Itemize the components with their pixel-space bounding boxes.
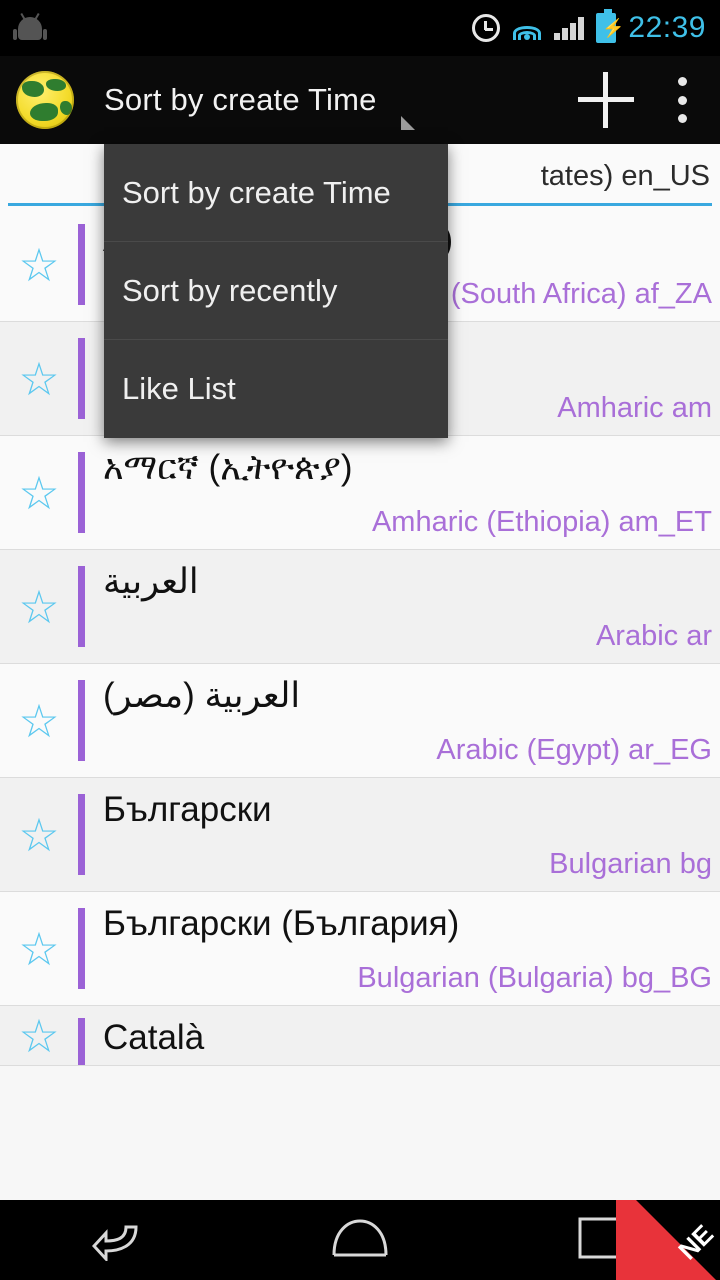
row-accent-bar <box>78 908 85 989</box>
table-row[interactable]: ☆ العربية Arabic ar <box>0 550 720 664</box>
favorite-star-button[interactable]: ☆ <box>0 1006 78 1065</box>
table-row[interactable]: ☆ አማርኛ (ኢትዮጵያ) Amharic (Ethiopia) am_ET <box>0 436 720 550</box>
home-button[interactable] <box>300 1200 420 1280</box>
menu-item-sort-recently[interactable]: Sort by recently <box>104 242 448 340</box>
row-native-name: العربية (مصر) <box>103 676 301 715</box>
cell-signal-icon <box>554 16 585 40</box>
row-text: Català <box>85 1006 720 1065</box>
row-english-name: Bulgarian bg <box>549 848 712 880</box>
menu-item-sort-create-time[interactable]: Sort by create Time <box>104 144 448 242</box>
row-english-name: Amharic am <box>557 392 712 424</box>
home-icon <box>330 1217 390 1264</box>
battery-charging-icon: ⚡ <box>596 9 625 43</box>
sort-dropdown-menu[interactable]: Sort by create Time Sort by recently Lik… <box>104 144 448 438</box>
status-bar: ⚡ 22:39 <box>0 0 720 56</box>
menu-item-label: Sort by recently <box>122 272 338 308</box>
star-icon: ☆ <box>18 352 60 405</box>
android-robot-icon <box>13 12 47 41</box>
row-accent-bar <box>78 1018 85 1065</box>
favorite-star-button[interactable]: ☆ <box>0 664 78 777</box>
row-accent-bar <box>78 794 85 875</box>
row-accent-bar <box>78 338 85 419</box>
status-bar-clock: 22:39 <box>628 11 706 44</box>
plus-icon[interactable] <box>578 72 634 128</box>
globe-app-icon[interactable] <box>16 71 74 129</box>
wifi-icon <box>512 16 542 40</box>
action-bar: Sort by create Time <box>0 56 720 144</box>
row-text: አማርኛ (ኢትዮጵያ) Amharic (Ethiopia) am_ET <box>85 436 720 549</box>
row-native-name: العربية <box>103 562 199 601</box>
navigation-bar: NE <box>0 1200 720 1280</box>
table-row[interactable]: ☆ Català <box>0 1006 720 1066</box>
favorite-star-button[interactable]: ☆ <box>0 778 78 891</box>
back-button[interactable] <box>60 1200 180 1280</box>
row-english-name: Arabic ar <box>595 620 712 652</box>
row-text: Български Bulgarian bg <box>85 778 720 891</box>
star-icon: ☆ <box>18 238 60 291</box>
row-accent-bar <box>78 680 85 761</box>
table-row[interactable]: ☆ Български (България) Bulgarian (Bulgar… <box>0 892 720 1006</box>
star-icon: ☆ <box>18 1009 60 1062</box>
row-native-name: Català <box>103 1018 205 1057</box>
row-native-name: Български <box>103 790 272 829</box>
corner-ribbon: NE <box>616 1200 720 1280</box>
menu-item-label: Sort by create Time <box>122 174 391 210</box>
row-accent-bar <box>78 224 85 305</box>
favorite-star-button[interactable]: ☆ <box>0 436 78 549</box>
row-native-name: አማርኛ (ኢትዮጵያ) <box>103 448 353 487</box>
star-icon: ☆ <box>18 694 60 747</box>
table-row[interactable]: ☆ العربية (مصر) Arabic (Egypt) ar_EG <box>0 664 720 778</box>
alarm-clock-icon <box>472 14 501 42</box>
row-text: العربية (مصر) Arabic (Egypt) ar_EG <box>85 664 720 777</box>
dropdown-caret-icon[interactable] <box>400 116 415 130</box>
favorite-star-button[interactable]: ☆ <box>0 892 78 1005</box>
row-native-name: Български (България) <box>103 904 460 943</box>
menu-item-label: Like List <box>122 371 236 406</box>
overflow-menu-icon[interactable] <box>678 77 690 123</box>
row-english-name: Amharic (Ethiopia) am_ET <box>371 506 712 538</box>
back-icon <box>91 1215 148 1266</box>
menu-item-like-list[interactable]: Like List <box>104 340 448 438</box>
star-icon: ☆ <box>18 922 60 975</box>
status-bar-left <box>13 12 472 41</box>
table-row[interactable]: ☆ Български Bulgarian bg <box>0 778 720 892</box>
favorite-star-button[interactable]: ☆ <box>0 322 78 435</box>
row-accent-bar <box>78 566 85 647</box>
row-accent-bar <box>78 452 85 533</box>
star-icon: ☆ <box>18 466 60 519</box>
list-header-text: tates) en_US <box>540 159 710 192</box>
row-english-name: Bulgarian (Bulgaria) bg_BG <box>357 962 712 994</box>
star-icon: ☆ <box>18 808 60 861</box>
action-bar-title[interactable]: Sort by create Time <box>104 82 377 118</box>
star-icon: ☆ <box>18 580 60 633</box>
favorite-star-button[interactable]: ☆ <box>0 208 78 321</box>
row-text: Български (България) Bulgarian (Bulgaria… <box>85 892 720 1005</box>
status-bar-right: ⚡ 22:39 <box>472 9 706 45</box>
row-english-name: Arabic (Egypt) ar_EG <box>436 734 712 766</box>
row-text: العربية Arabic ar <box>85 550 720 663</box>
favorite-star-button[interactable]: ☆ <box>0 550 78 663</box>
phone-screen: ⚡ 22:39 Sort by create Time tates) en_US… <box>0 0 720 1280</box>
